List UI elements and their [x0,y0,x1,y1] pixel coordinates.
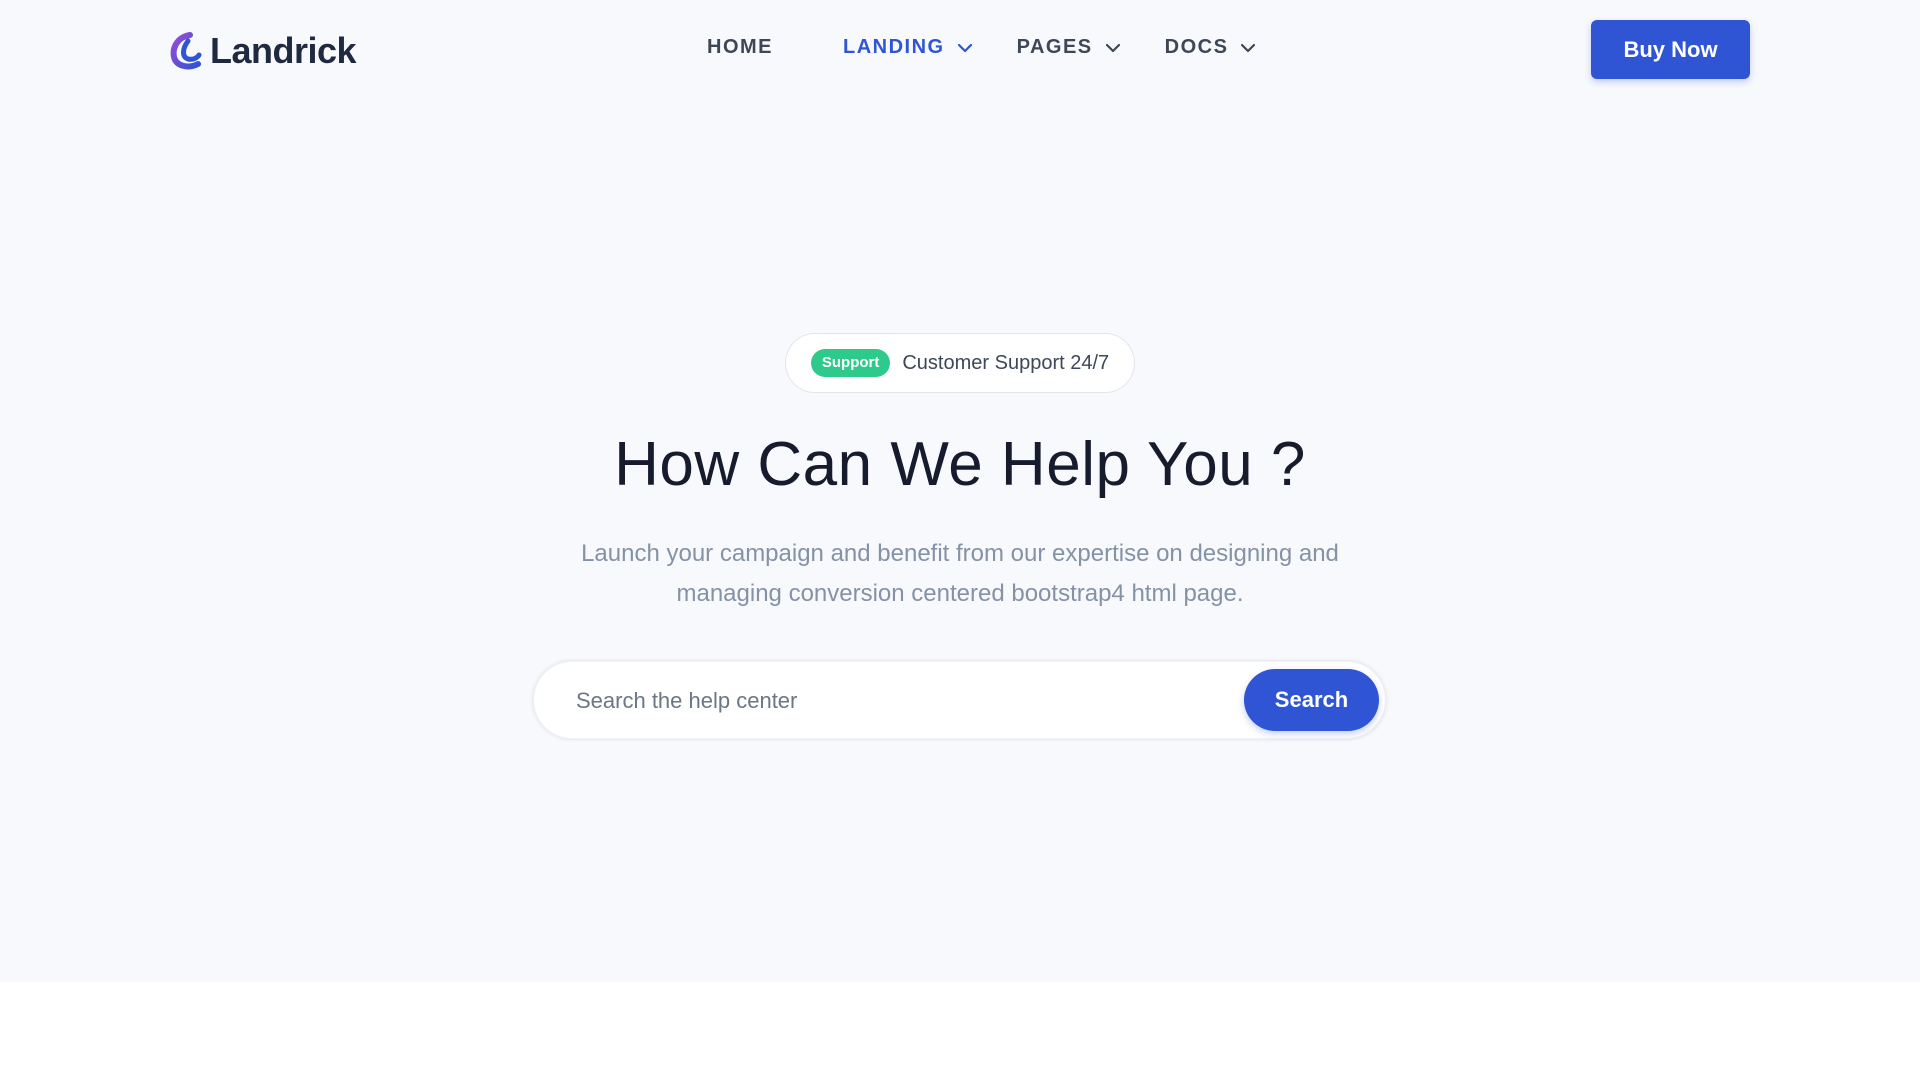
chevron-down-icon [957,43,972,52]
chevron-down-icon [1241,43,1256,52]
hero-subtitle-line-1: Launch your campaign and benefit from ou… [581,540,1339,567]
nav-item-label: LANDING [843,36,945,58]
search-input[interactable] [574,678,1238,724]
nav-item-home[interactable]: HOME [707,36,773,59]
landrick-logo-icon [170,32,202,70]
hero-subtitle-line-2: managing conversion centered bootstrap4 … [676,580,1244,607]
support-text: Customer Support 24/7 [902,351,1110,374]
support-badge: Support [810,349,891,377]
nav-item-label: DOCS [1164,36,1229,58]
nav-item-docs[interactable]: DOCS [1165,36,1257,59]
page-title: How Can We Help You ? [614,430,1306,499]
logo-link[interactable]: Landrick [168,28,357,74]
top-navbar: Landrick HOME LANDING PAGES DOCS Buy Now [0,0,1920,100]
support-announcement: Support Customer Support 24/7 [785,333,1135,393]
search-button[interactable]: Search [1244,669,1379,731]
logo-text: Landrick [210,30,357,71]
chevron-down-icon [1105,43,1120,52]
nav-item-pages[interactable]: PAGES [1017,36,1121,59]
buy-now-button[interactable]: Buy Now [1591,20,1750,79]
help-search-form: Search [533,661,1386,739]
hero-subtitle: Launch your campaign and benefit from ou… [540,534,1380,614]
nav-menu: HOME LANDING PAGES DOCS [707,36,1300,59]
nav-item-label: PAGES [1016,36,1093,58]
nav-item-label: HOME [707,36,773,58]
hero-section: Landrick HOME LANDING PAGES DOCS Buy Now… [0,0,1920,982]
nav-item-landing[interactable]: LANDING [843,36,973,59]
